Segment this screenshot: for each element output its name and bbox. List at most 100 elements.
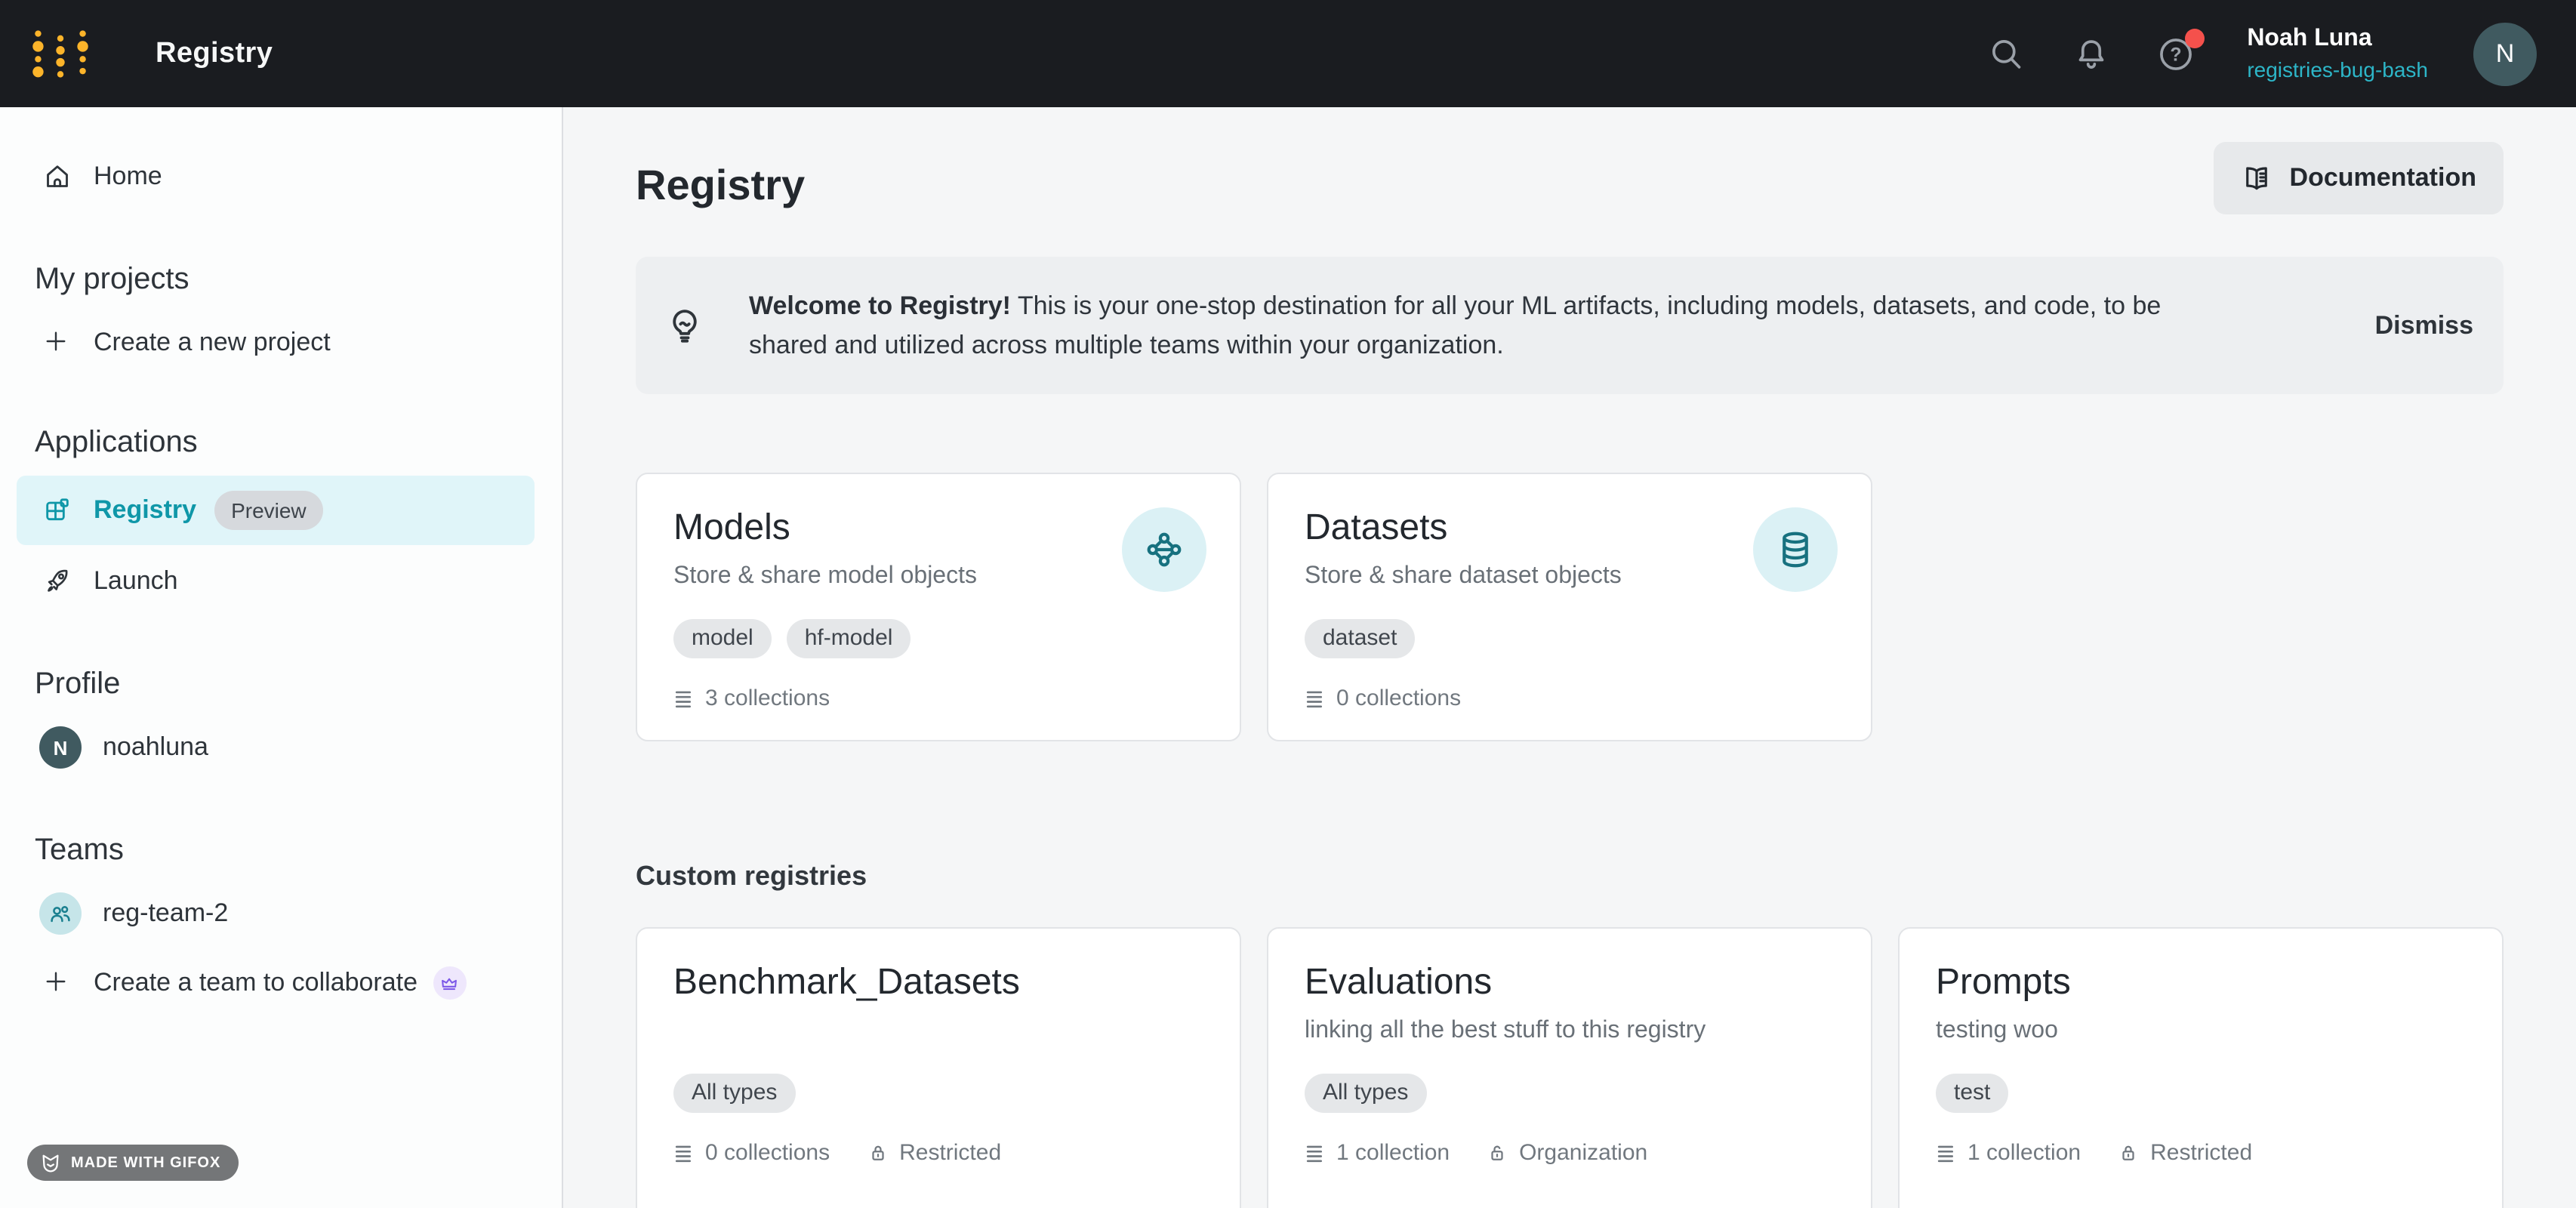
search-icon[interactable] bbox=[1987, 34, 2026, 73]
collections-list-icon bbox=[1936, 1142, 1957, 1163]
user-info[interactable]: Noah Luna registries-bug-bash bbox=[2247, 24, 2428, 83]
banner-text-line2: shared and utilized across multiple team… bbox=[749, 330, 1504, 359]
sidebar-item-label: Home bbox=[94, 162, 162, 192]
team-avatar bbox=[39, 892, 82, 935]
core-registries-row: Models Store & share model objects model… bbox=[636, 473, 2504, 741]
wandb-logo[interactable] bbox=[32, 28, 89, 79]
registry-card-datasets[interactable]: Datasets Store & share dataset objects d… bbox=[1267, 473, 1872, 741]
sidebar-item-registry[interactable]: Registry Preview bbox=[17, 476, 535, 545]
tag-row: model hf-model bbox=[673, 619, 1203, 658]
sidebar-item-label: Create a team to collaborate bbox=[94, 968, 418, 998]
plus-icon bbox=[42, 328, 72, 358]
welcome-banner: Welcome to Registry! This is your one-st… bbox=[636, 257, 2504, 394]
tag-row: All types bbox=[673, 1074, 1203, 1113]
sidebar-item-label: Create a new project bbox=[94, 328, 331, 358]
card-title: Evaluations bbox=[1305, 959, 1835, 1007]
gifox-label: MADE WITH GIFOX bbox=[71, 1154, 220, 1171]
database-icon bbox=[1753, 507, 1838, 592]
user-org: registries-bug-bash bbox=[2247, 56, 2428, 83]
main-content: Registry Documentation bbox=[563, 107, 2576, 1208]
tag: All types bbox=[1305, 1074, 1426, 1113]
registry-card-models[interactable]: Models Store & share model objects model… bbox=[636, 473, 1241, 741]
collections-list-icon bbox=[673, 688, 695, 709]
banner-bold-text: Welcome to Registry! bbox=[749, 291, 1011, 319]
dismiss-button[interactable]: Dismiss bbox=[2375, 310, 2473, 341]
rocket-icon bbox=[42, 566, 72, 596]
profile-heading: Profile bbox=[35, 663, 562, 705]
app-title: Registry bbox=[156, 37, 273, 70]
wandb-registry-page: Registry ? Noah Luna bbox=[0, 0, 2576, 1208]
collections-list-icon bbox=[673, 1142, 695, 1163]
lock-closed-icon bbox=[866, 1142, 889, 1164]
custom-registries-heading: Custom registries bbox=[636, 858, 2504, 894]
visibility-status: Restricted bbox=[866, 1140, 1001, 1166]
card-subtitle: linking all the best stuff to this regis… bbox=[1305, 1013, 1835, 1049]
home-icon bbox=[42, 162, 72, 192]
collections-count: 3 collections bbox=[673, 686, 830, 711]
sidebar-item-label: Launch bbox=[94, 566, 178, 596]
lightbulb-icon bbox=[664, 305, 705, 346]
top-nav-bar: Registry ? Noah Luna bbox=[0, 0, 2576, 107]
registry-card-benchmark-datasets[interactable]: Benchmark_Datasets All types 0 collectio… bbox=[636, 927, 1241, 1208]
welcome-banner-text: Welcome to Registry! This is your one-st… bbox=[749, 286, 2339, 365]
tag: test bbox=[1936, 1074, 2008, 1113]
user-name: Noah Luna bbox=[2247, 24, 2428, 56]
collections-count: 1 collection bbox=[1305, 1140, 1450, 1166]
tag-row: dataset bbox=[1305, 619, 1835, 658]
sidebar-item-label: Registry bbox=[94, 495, 196, 525]
lock-closed-icon bbox=[2117, 1142, 2140, 1164]
sidebar-item-create-project[interactable]: Create a new project bbox=[0, 313, 535, 373]
lock-open-icon bbox=[1486, 1142, 1508, 1164]
card-title: Benchmark_Datasets bbox=[673, 959, 1203, 1007]
user-avatar[interactable]: N bbox=[2473, 22, 2537, 85]
registry-card-evaluations[interactable]: Evaluations linking all the best stuff t… bbox=[1267, 927, 1872, 1208]
registry-card-prompts[interactable]: Prompts testing woo test 1 collection bbox=[1898, 927, 2504, 1208]
tag-row: All types bbox=[1305, 1074, 1835, 1113]
collections-list-icon bbox=[1305, 688, 1326, 709]
tag: hf-model bbox=[787, 619, 911, 658]
visibility-status: Organization bbox=[1486, 1140, 1647, 1166]
card-subtitle: testing woo bbox=[1936, 1013, 2466, 1049]
applications-heading: Applications bbox=[35, 421, 562, 464]
sidebar-item-label: noahluna bbox=[103, 732, 208, 763]
visibility-status: Restricted bbox=[2117, 1140, 2252, 1166]
documentation-button[interactable]: Documentation bbox=[2214, 142, 2504, 214]
teams-heading: Teams bbox=[35, 829, 562, 871]
card-footer: 3 collections bbox=[673, 686, 1203, 711]
sidebar: Home My projects Create a new project Ap… bbox=[0, 107, 563, 1208]
card-footer: 1 collection Restricted bbox=[1936, 1140, 2466, 1166]
plus-icon bbox=[42, 968, 72, 998]
sidebar-item-home[interactable]: Home bbox=[0, 143, 535, 210]
custom-registries-row: Benchmark_Datasets All types 0 collectio… bbox=[636, 927, 2504, 1208]
preview-badge: Preview bbox=[214, 491, 323, 530]
made-with-gifox-badge: MADE WITH GIFOX bbox=[27, 1145, 239, 1181]
book-icon bbox=[2242, 162, 2273, 194]
model-network-icon bbox=[1122, 507, 1206, 592]
svg-text:?: ? bbox=[2171, 44, 2182, 65]
collections-count: 0 collections bbox=[673, 1140, 830, 1166]
registry-grid-icon bbox=[42, 495, 72, 525]
card-footer: 1 collection Organization bbox=[1305, 1140, 1835, 1166]
card-subtitle bbox=[673, 1013, 1203, 1049]
help-icon[interactable]: ? bbox=[2156, 34, 2195, 73]
sidebar-item-profile[interactable]: N noahluna bbox=[0, 714, 535, 781]
tag: All types bbox=[673, 1074, 795, 1113]
sidebar-item-launch[interactable]: Launch bbox=[0, 548, 535, 615]
gifox-fox-icon bbox=[39, 1151, 62, 1174]
crown-icon bbox=[433, 966, 466, 1000]
notifications-bell-icon[interactable] bbox=[2072, 34, 2111, 73]
sidebar-item-team[interactable]: reg-team-2 bbox=[0, 880, 535, 947]
sidebar-item-create-team[interactable]: Create a team to collaborate bbox=[0, 950, 535, 1016]
profile-avatar: N bbox=[39, 726, 82, 769]
tag: dataset bbox=[1305, 619, 1415, 658]
notification-dot bbox=[2185, 28, 2205, 48]
my-projects-heading: My projects bbox=[35, 258, 562, 300]
tag: model bbox=[673, 619, 772, 658]
banner-text-line1: This is your one-stop destination for al… bbox=[1011, 291, 2161, 319]
card-footer: 0 collections bbox=[1305, 686, 1835, 711]
tag-row: test bbox=[1936, 1074, 2466, 1113]
collections-count: 0 collections bbox=[1305, 686, 1461, 711]
topbar-actions: ? Noah Luna registries-bug-bash N bbox=[1987, 22, 2537, 85]
documentation-label: Documentation bbox=[2290, 163, 2476, 193]
collections-list-icon bbox=[1305, 1142, 1326, 1163]
